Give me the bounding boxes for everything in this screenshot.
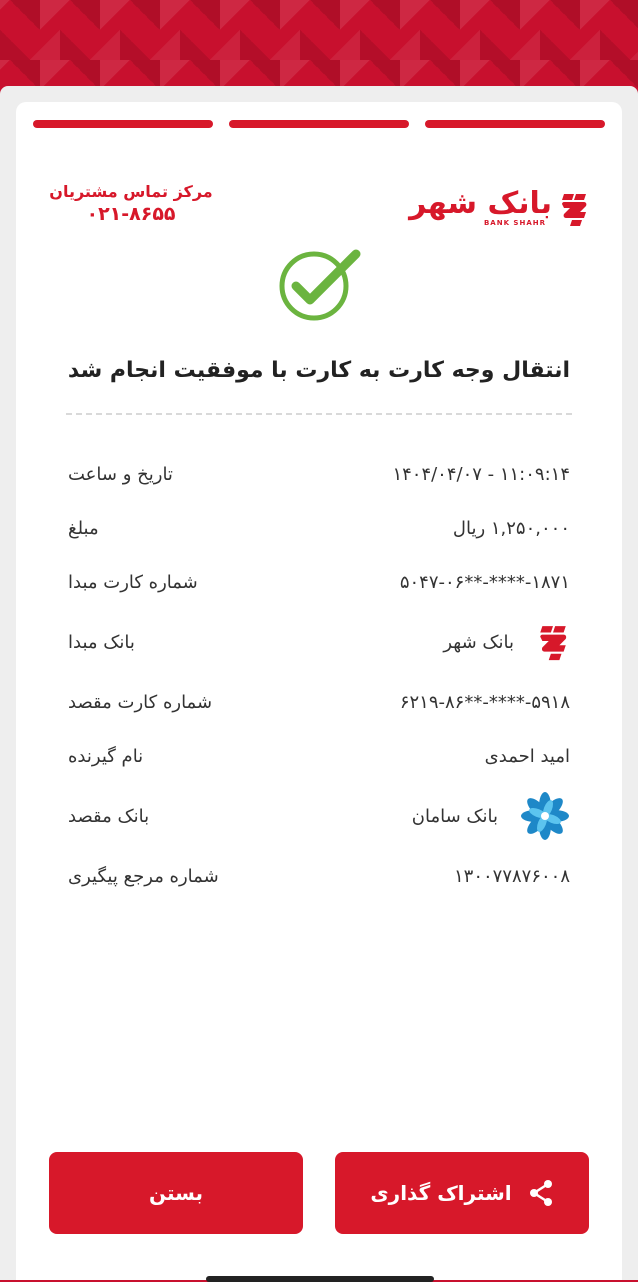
row-value: ۱۴۰۴/۰۴/۰۷ - ۱۱:۰۹:۱۴: [392, 463, 570, 485]
bank-saman-logo-icon: [521, 792, 569, 840]
brand-name-fa: بانک شهر: [409, 186, 552, 221]
header-background: [0, 0, 638, 90]
close-button[interactable]: بستن: [49, 1152, 303, 1234]
row-label: بانک مقصد: [68, 805, 150, 827]
support-title: مرکز تماس مشتریان: [49, 182, 213, 201]
progress-step: [425, 120, 605, 128]
share-label: اشتراک گذاری: [370, 1181, 512, 1205]
row-source-card: شماره کارت مبدا ۵۰۴۷-۰۶**-****-۱۸۷۱: [68, 562, 570, 602]
row-label: شماره مرجع پیگیری: [68, 865, 219, 887]
support-phone[interactable]: ۰۲۱-۸۶۵۵: [46, 203, 216, 225]
row-amount: مبلغ ۱,۲۵۰,۰۰۰ ریال: [68, 508, 570, 548]
share-icon: [529, 1180, 552, 1206]
row-label: شماره کارت مبدا: [68, 571, 198, 593]
row-value: ۱,۲۵۰,۰۰۰ ریال: [452, 517, 570, 539]
brand-name-en: BANK SHAHR: [483, 219, 546, 227]
row-value-with-logo: بانک سامان: [412, 791, 570, 841]
row-value: ۶۲۱۹-۸۶**-****-۵۹۱۸: [399, 691, 570, 713]
row-value: ۵۰۴۷-۰۶**-****-۱۸۷۱: [399, 571, 570, 593]
bank-shahr-logo: بانک شهر BANK SHAHR: [409, 186, 590, 232]
receipt-title: انتقال وجه کارت به کارت با موفقیت انجام …: [67, 358, 571, 383]
row-label: شماره کارت مقصد: [68, 691, 213, 713]
row-value-with-logo: بانک شهر: [443, 619, 570, 665]
row-recipient: نام گیرنده امید احمدی: [68, 736, 570, 776]
row-value: امید احمدی: [484, 745, 570, 767]
progress-step: [229, 120, 409, 128]
bank-shahr-mark-icon: [562, 194, 587, 226]
row-reference: شماره مرجع پیگیری ۱۳۰۰۷۷۸۷۶۰۰۸: [68, 856, 570, 896]
source-bank-name: بانک شهر: [443, 631, 514, 653]
progress-step: [33, 120, 213, 128]
divider: [66, 413, 572, 415]
share-button[interactable]: اشتراک گذاری: [335, 1152, 589, 1234]
success-check-icon: [279, 249, 361, 321]
dest-bank-name: بانک سامان: [411, 805, 498, 827]
support-center: مرکز تماس مشتریان ۰۲۱-۸۶۵۵: [46, 182, 216, 225]
row-label: مبلغ: [68, 517, 99, 539]
row-dest-card: شماره کارت مقصد ۶۲۱۹-۸۶**-****-۵۹۱۸: [68, 682, 570, 722]
receipt-card: بانک شهر BANK SHAHR مرکز تماس مشتریان ۰۲…: [16, 102, 622, 1280]
row-label: نام گیرنده: [68, 745, 144, 767]
progress-steps: [33, 120, 605, 128]
close-label: بستن: [148, 1181, 204, 1205]
home-indicator: [206, 1276, 434, 1282]
row-dest-bank: بانک مقصد بانک سامان: [68, 792, 570, 840]
row-label: تاریخ و ساعت: [68, 463, 173, 485]
bank-shahr-logo-icon: [540, 626, 567, 661]
row-source-bank: بانک مبدا بانک شهر: [68, 622, 570, 662]
row-datetime: تاریخ و ساعت ۱۴۰۴/۰۴/۰۷ - ۱۱:۰۹:۱۴: [68, 454, 570, 494]
row-label: بانک مبدا: [68, 631, 135, 653]
row-value: ۱۳۰۰۷۷۸۷۶۰۰۸: [453, 865, 570, 887]
